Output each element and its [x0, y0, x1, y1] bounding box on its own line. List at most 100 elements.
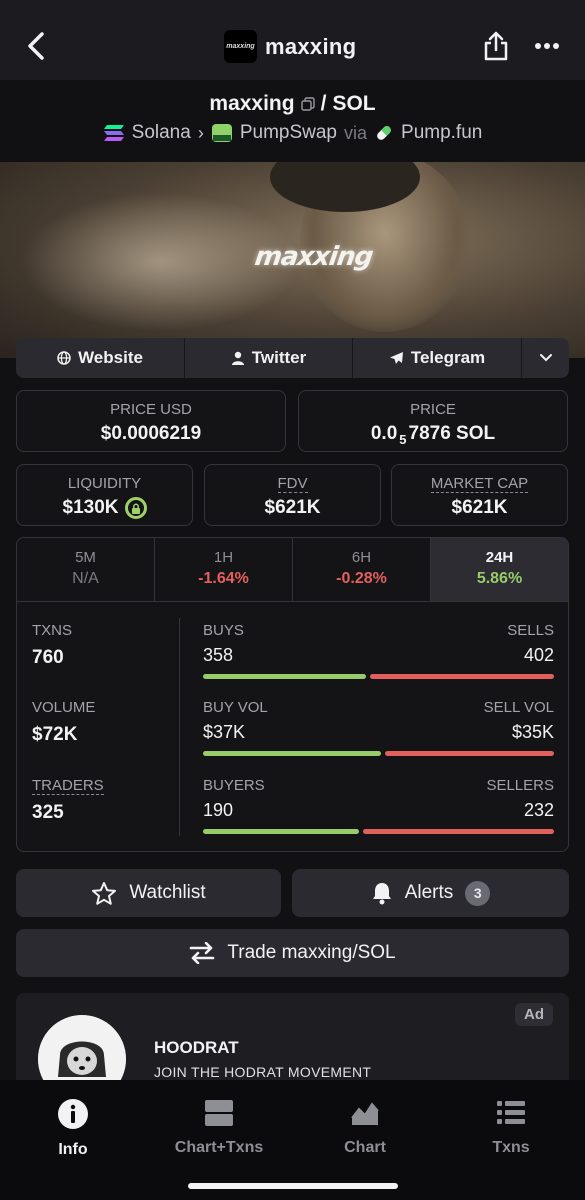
price-native-value: 0.0 5 7876 SOL	[370, 423, 496, 447]
buyers-label: BUYERS	[203, 777, 265, 794]
tab-chart-label: Chart	[344, 1139, 386, 1156]
txns-value: 760	[32, 647, 64, 668]
trade-button[interactable]: Trade maxxing/SOL	[16, 929, 569, 977]
solana-icon	[103, 125, 124, 141]
fdv-value: $621K	[264, 497, 321, 518]
pumpfun-icon	[377, 126, 391, 140]
user-icon	[231, 351, 244, 365]
via-label: via	[344, 122, 368, 143]
price-usd-card: PRICE USD $0.0006219	[16, 390, 286, 452]
buys-sells-bar	[203, 674, 554, 679]
pair-route: Solana › PumpSwap via Pump.fun	[0, 122, 585, 144]
buyers-value: 190	[203, 800, 234, 820]
bottom-tab-bar: Info Chart+Txns Chart Txns	[0, 1080, 585, 1200]
price-native-label: PRICE	[410, 401, 456, 418]
buys-label: BUYS	[203, 622, 244, 639]
fdv-label[interactable]: FDV	[205, 475, 380, 493]
txns-label: TXNS	[32, 622, 73, 639]
globe-icon	[57, 351, 71, 365]
launchpad-name[interactable]: Pump.fun	[401, 122, 482, 144]
chevron-left-icon[interactable]	[22, 28, 50, 64]
traders-metric: TRADERS 325	[32, 777, 104, 824]
tab-chart[interactable]: Chart	[305, 1098, 425, 1157]
traders-value: 325	[32, 802, 64, 823]
twitter-label: Twitter	[251, 348, 307, 367]
info-icon	[58, 1099, 88, 1129]
market-cap-label[interactable]: MARKET CAP	[392, 475, 567, 493]
tab-txns[interactable]: Txns	[451, 1098, 571, 1157]
tab-6h[interactable]: 6H -0.28%	[293, 538, 431, 601]
alerts-count-badge: 3	[465, 880, 491, 906]
buys-value: 358	[203, 645, 234, 665]
volume-metric: VOLUME $72K	[32, 699, 95, 746]
buy-vol-label: BUY VOL	[203, 699, 268, 716]
chevron-down-icon	[539, 354, 552, 362]
website-label: Website	[78, 348, 143, 367]
more-horizontal-icon[interactable]	[534, 36, 560, 56]
tab-txns-label: Txns	[492, 1139, 530, 1156]
trade-label: Trade maxxing/SOL	[227, 942, 396, 963]
ad-subtitle: JOIN THE HODRAT MOVEMENT	[154, 1064, 372, 1080]
telegram-label: Telegram	[410, 348, 486, 367]
bell-icon	[372, 883, 391, 905]
more-links-dropdown[interactable]	[522, 338, 569, 378]
website-link[interactable]: Website	[16, 338, 185, 378]
pair-title: maxxing / SOL	[0, 92, 585, 116]
token-brand: maxxing maxxing	[224, 30, 356, 63]
swap-arrows-icon	[190, 942, 215, 964]
chevron-right-icon: ›	[197, 122, 204, 143]
pair-separator: /	[320, 92, 327, 115]
chain-name[interactable]: Solana	[132, 122, 191, 144]
tab-info-label: Info	[58, 1141, 88, 1158]
tab-1h[interactable]: 1H -1.64%	[155, 538, 293, 601]
volume-bar	[203, 751, 554, 756]
watchlist-button[interactable]: Watchlist	[16, 869, 281, 917]
market-cap-card: MARKET CAP $621K	[391, 464, 568, 526]
twitter-link[interactable]: Twitter	[185, 338, 353, 378]
traders-label[interactable]: TRADERS	[32, 777, 104, 795]
send-icon	[389, 352, 403, 364]
divider	[179, 618, 180, 836]
liquidity-value: $130K	[17, 497, 192, 519]
dex-name[interactable]: PumpSwap	[240, 122, 337, 144]
ad-title: HOODRAT	[154, 1038, 239, 1057]
ad-tag: Ad	[515, 1003, 553, 1026]
liquidity-label: LIQUIDITY	[67, 475, 142, 492]
share-icon[interactable]	[482, 30, 510, 62]
token-logo: maxxing	[224, 30, 257, 63]
tab-chart-txns[interactable]: Chart+Txns	[159, 1098, 279, 1157]
tab-5m[interactable]: 5M N/A	[17, 538, 155, 601]
volume-value: $72K	[32, 724, 78, 745]
star-icon	[92, 881, 117, 905]
home-indicator	[188, 1183, 398, 1189]
buyers-sellers-split: BUYERS SELLERS 190 232	[203, 777, 554, 834]
telegram-link[interactable]: Telegram	[353, 338, 522, 378]
sellers-value: 232	[523, 800, 554, 820]
txns-metric: TXNS 760	[32, 622, 72, 669]
watchlist-label: Watchlist	[129, 882, 206, 903]
list-icon	[497, 1101, 525, 1124]
stats-panel: 5M N/A 1H -1.64% 6H -0.28% 24H 5.86% TXN…	[16, 537, 569, 852]
volume-label: VOLUME	[32, 699, 96, 716]
area-chart-icon	[351, 1102, 379, 1125]
liquidity-card: LIQUIDITY $130K	[16, 464, 193, 526]
quote-symbol: SOL	[332, 92, 376, 115]
tab-info[interactable]: Info	[13, 1098, 133, 1159]
price-usd-label: PRICE USD	[110, 401, 192, 418]
buys-sells-split: BUYS SELLS 358 402	[203, 622, 554, 679]
sell-vol-value: $35K	[511, 722, 554, 742]
split-layout-icon	[205, 1100, 233, 1126]
tab-24h[interactable]: 24H 5.86%	[431, 538, 568, 601]
alerts-label: Alerts	[404, 882, 454, 903]
pumpswap-icon	[211, 124, 232, 142]
token-symbol: maxxing	[209, 92, 295, 115]
tab-chart-txns-label: Chart+Txns	[174, 1139, 264, 1156]
social-links: Website Twitter Telegram	[16, 338, 569, 378]
volume-split: BUY VOL SELL VOL $37K $35K	[203, 699, 554, 756]
alerts-button[interactable]: Alerts 3	[292, 869, 569, 917]
price-native-card: PRICE 0.0 5 7876 SOL	[298, 390, 568, 452]
banner-logo: maxxing	[252, 242, 375, 272]
price-usd-value: $0.0006219	[100, 423, 202, 444]
copy-icon[interactable]	[300, 97, 315, 111]
token-banner: maxxing	[0, 162, 585, 358]
